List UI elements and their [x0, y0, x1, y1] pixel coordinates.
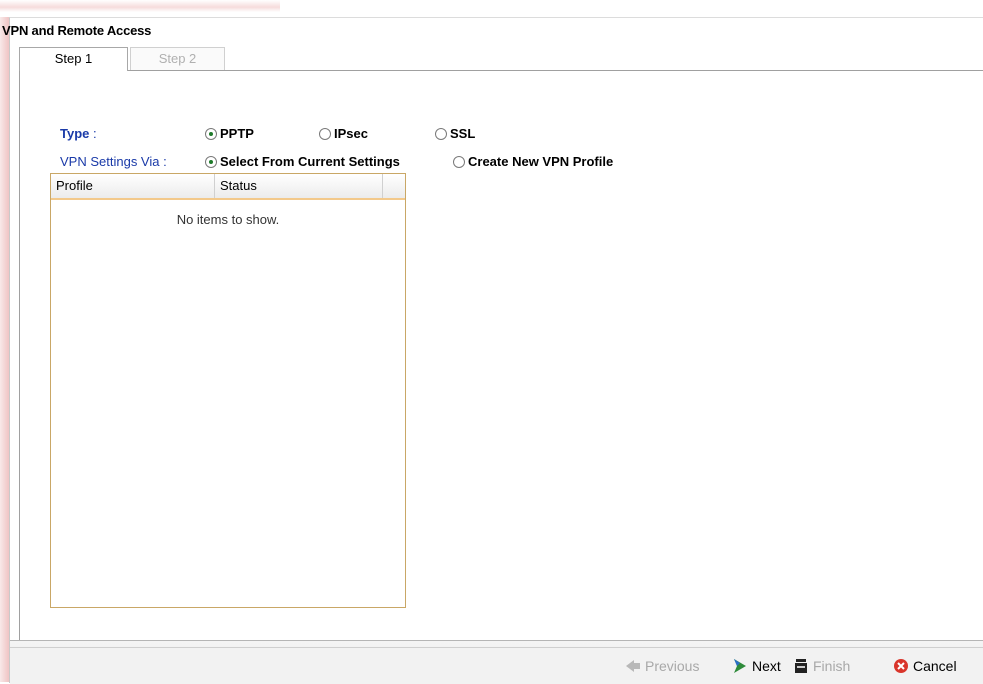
type-option-label: SSL	[450, 126, 476, 141]
grid-empty-message: No items to show.	[176, 212, 280, 227]
column-header-status[interactable]: Status	[215, 174, 383, 198]
wizard-window: VPN and Remote Access Step 1 Step 2 Type…	[2, 17, 983, 684]
via-row: VPN Settings Via : Select From Current S…	[60, 153, 613, 171]
tab-step-2[interactable]: Step 2	[130, 47, 225, 70]
top-accent-bar	[0, 0, 280, 12]
via-radio-select-current[interactable]: Select From Current Settings	[205, 153, 400, 171]
type-radio-ssl[interactable]: SSL	[435, 125, 475, 143]
finish-button[interactable]: Finish	[793, 658, 850, 674]
window-left-shadow	[0, 17, 9, 682]
cancel-button[interactable]: Cancel	[893, 658, 957, 674]
type-label: Type :	[60, 126, 97, 141]
via-option-label: Create New VPN Profile	[468, 154, 614, 169]
finish-label: Finish	[813, 658, 851, 674]
wizard-footer: Previous Next Finish Cancel	[10, 640, 983, 684]
next-arrow-icon	[732, 658, 748, 674]
cancel-label: Cancel	[913, 658, 957, 674]
grid-header: Profile Status	[51, 174, 405, 200]
type-option-label: PPTP	[220, 126, 254, 141]
column-header-profile[interactable]: Profile	[51, 174, 215, 198]
previous-arrow-icon	[625, 658, 641, 674]
radio-selected-icon[interactable]	[205, 156, 217, 168]
cancel-icon	[893, 658, 909, 674]
via-label: VPN Settings Via :	[60, 154, 167, 169]
footer-toolbar: Previous Next Finish Cancel	[10, 647, 983, 684]
window-title: VPN and Remote Access	[2, 23, 152, 38]
next-button[interactable]: Next	[732, 658, 781, 674]
profile-grid: Profile Status No items to show.	[50, 173, 406, 608]
column-header-spacer	[383, 174, 403, 198]
previous-button[interactable]: Previous	[625, 658, 699, 674]
tab-step-1[interactable]: Step 1	[19, 47, 128, 71]
type-row: Type : PPTP IPsec SSL	[60, 125, 475, 143]
via-radio-create-new[interactable]: Create New VPN Profile	[453, 153, 613, 171]
type-option-label: IPsec	[334, 126, 368, 141]
radio-unselected-icon[interactable]	[435, 128, 447, 140]
finish-icon	[793, 658, 809, 674]
previous-label: Previous	[645, 658, 700, 674]
radio-selected-icon[interactable]	[205, 128, 217, 140]
wizard-tabbar: Step 1 Step 2	[19, 47, 983, 71]
next-label: Next	[752, 658, 781, 674]
radio-unselected-icon[interactable]	[453, 156, 465, 168]
radio-unselected-icon[interactable]	[319, 128, 331, 140]
type-radio-ipsec[interactable]: IPsec	[319, 125, 368, 143]
via-option-label: Select From Current Settings	[220, 154, 400, 169]
type-radio-pptp[interactable]: PPTP	[205, 125, 254, 143]
